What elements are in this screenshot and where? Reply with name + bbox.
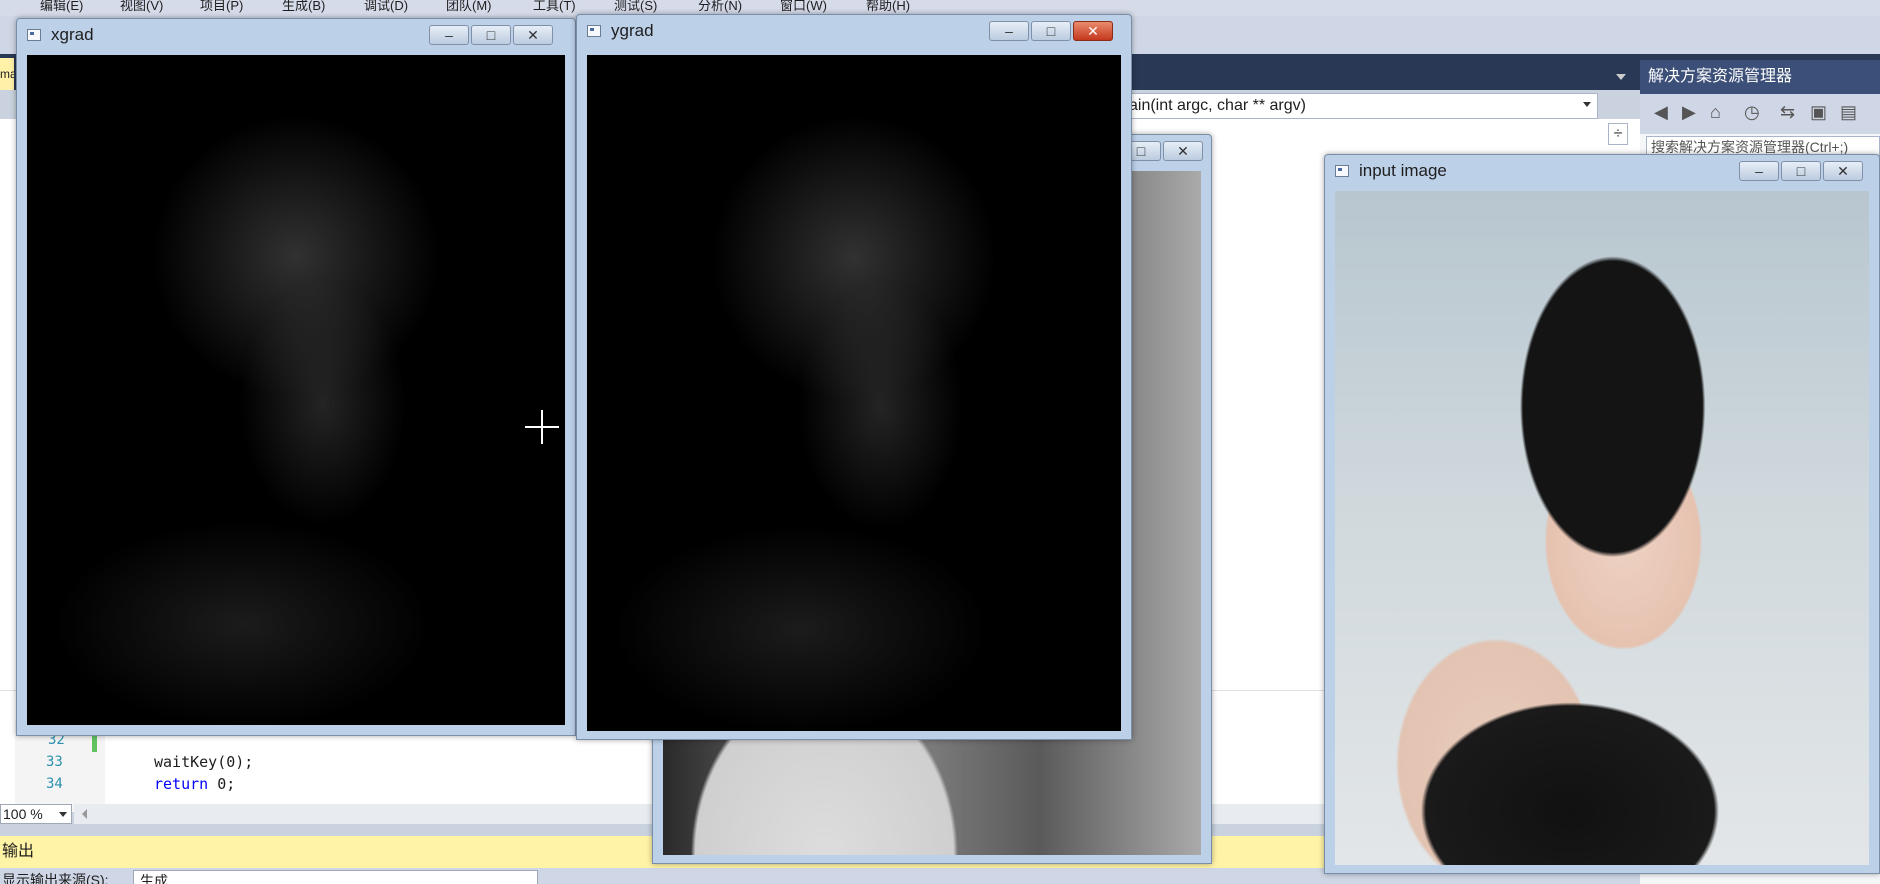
chevron-down-icon	[1583, 102, 1591, 107]
xgrad-window[interactable]: xgrad – □ ✕	[16, 18, 576, 736]
forward-icon[interactable]: ▶	[1682, 102, 1696, 123]
chevron-down-icon	[59, 812, 67, 817]
menu-test[interactable]: 测试(S)	[614, 0, 657, 14]
maximize-button[interactable]: □	[1031, 21, 1071, 41]
document-tab-label: ma	[0, 67, 14, 81]
scroll-left-icon[interactable]	[82, 809, 87, 819]
sync-icon[interactable]: ⇆	[1780, 102, 1795, 123]
close-button[interactable]: ✕	[1073, 21, 1113, 41]
close-icon: ✕	[1837, 163, 1849, 179]
document-tab-active[interactable]: ma	[0, 58, 14, 90]
window-app-icon	[587, 25, 601, 37]
menu-edit[interactable]: 编辑(E)	[40, 0, 83, 14]
show-all-files-icon[interactable]: ▤	[1840, 102, 1857, 123]
menu-window[interactable]: 窗口(W)	[780, 0, 827, 14]
close-button[interactable]: ✕	[1163, 141, 1203, 161]
input-image-canvas	[1335, 191, 1869, 865]
collapse-all-icon[interactable]: ▣	[1810, 102, 1827, 123]
window-app-icon	[1335, 165, 1349, 177]
window-titlebar[interactable]: ygrad – □ ✕	[577, 15, 1131, 47]
close-button[interactable]: ✕	[1823, 161, 1863, 181]
zoom-level-value: 100 %	[3, 806, 43, 822]
code-text: 0;	[208, 775, 236, 793]
code-line-return[interactable]: return 0;	[154, 775, 235, 793]
minimize-button[interactable]: –	[429, 25, 469, 45]
maximize-icon: □	[486, 27, 496, 43]
menu-build[interactable]: 生成(B)	[282, 0, 325, 14]
home-icon[interactable]: ⌂	[1710, 102, 1721, 123]
menu-debug[interactable]: 调试(D)	[364, 0, 408, 14]
code-line-waitkey[interactable]: waitKey(0);	[154, 753, 253, 771]
line-number: 33	[46, 754, 63, 770]
maximize-icon: □	[1796, 163, 1806, 179]
changed-line-marker	[92, 734, 97, 752]
maximize-icon: □	[1136, 143, 1146, 159]
crosshair-cursor-icon	[541, 410, 543, 444]
menu-view[interactable]: 视图(V)	[120, 0, 163, 14]
history-icon[interactable]: ◷	[1744, 102, 1760, 123]
solution-explorer-title: 解决方案资源管理器	[1640, 60, 1880, 94]
maximize-button[interactable]: □	[1781, 161, 1821, 181]
minimize-icon: –	[1005, 23, 1013, 39]
close-button[interactable]: ✕	[513, 25, 553, 45]
window-title: xgrad	[51, 25, 94, 44]
window-titlebar[interactable]: input image – □ ✕	[1325, 155, 1879, 187]
menu-help[interactable]: 帮助(H)	[866, 0, 910, 14]
minimize-icon: –	[1755, 163, 1763, 179]
close-icon: ✕	[1087, 23, 1099, 39]
back-icon[interactable]: ◀	[1654, 102, 1668, 123]
menu-team[interactable]: 团队(M)	[446, 0, 492, 14]
minimize-button[interactable]: –	[989, 21, 1029, 41]
input-image-window[interactable]: input image – □ ✕	[1324, 154, 1880, 874]
menu-analyze[interactable]: 分析(N)	[698, 0, 742, 14]
window-title: input image	[1359, 161, 1447, 180]
menu-tools[interactable]: 工具(T)	[533, 0, 576, 14]
chevron-down-icon[interactable]	[1616, 74, 1626, 80]
ygrad-image-canvas	[587, 55, 1121, 731]
close-icon: ✕	[527, 27, 539, 43]
menu-project[interactable]: 项目(P)	[200, 0, 243, 14]
solution-explorer-toolbar: ◀ ▶ ⌂ ◷ ⇆ ▣ ▤	[1640, 94, 1880, 134]
window-app-icon	[27, 29, 41, 41]
window-title: ygrad	[611, 21, 654, 40]
function-navigation-dropdown[interactable]: ain(int argc, char ** argv)	[1118, 93, 1598, 119]
maximize-button[interactable]: □	[471, 25, 511, 45]
function-navigation-value: ain(int argc, char ** argv)	[1129, 97, 1306, 114]
window-titlebar[interactable]: xgrad – □ ✕	[17, 19, 575, 51]
output-source-select[interactable]: 生成	[133, 870, 538, 884]
output-source-label: 显示输出来源(S):	[2, 872, 109, 884]
output-panel-title: 输出	[2, 843, 35, 860]
zoom-level-dropdown[interactable]: 100 %	[0, 804, 72, 824]
minimize-icon: –	[445, 27, 453, 43]
line-number: 34	[46, 776, 63, 792]
split-editor-icon[interactable]: ÷	[1608, 123, 1628, 145]
ygrad-window[interactable]: ygrad – □ ✕	[576, 14, 1132, 740]
minimize-button[interactable]: –	[1739, 161, 1779, 181]
xgrad-image-canvas[interactable]	[27, 55, 565, 725]
close-icon: ✕	[1177, 143, 1189, 159]
maximize-icon: □	[1046, 23, 1056, 39]
code-keyword: return	[154, 775, 209, 793]
